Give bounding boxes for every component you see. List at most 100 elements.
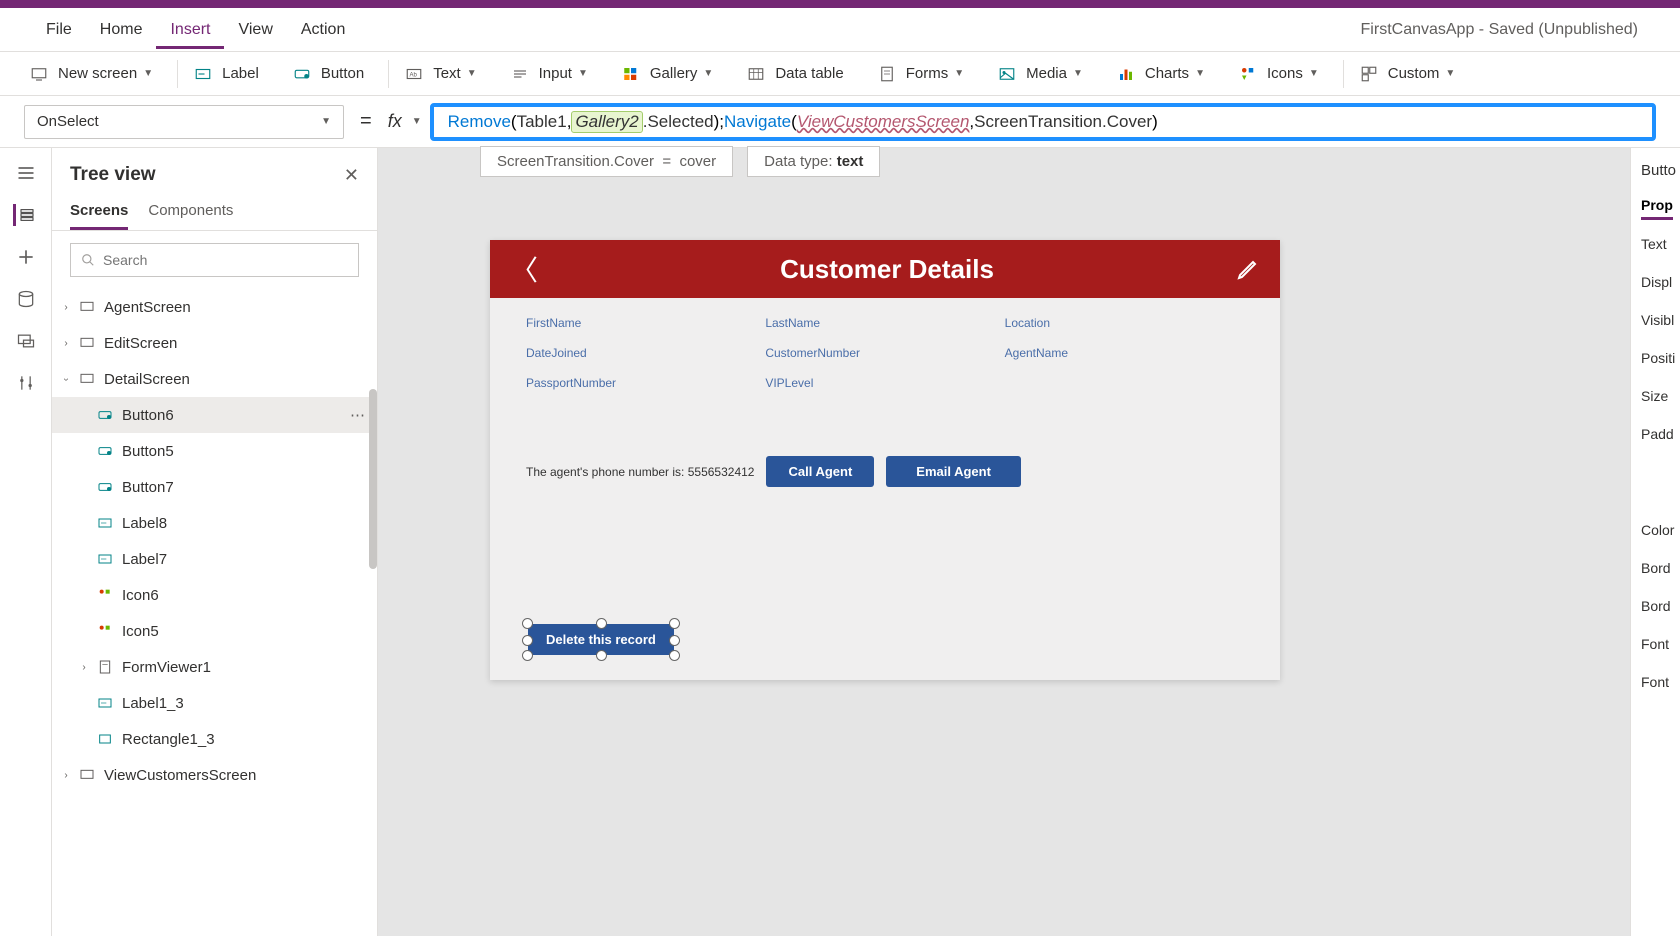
tree-node-label13[interactable]: Label1_3 <box>52 685 377 721</box>
icon-control-icon <box>96 622 114 640</box>
more-icon[interactable]: ⋯ <box>350 406 367 424</box>
resize-handle[interactable] <box>669 635 680 646</box>
tree-view-icon[interactable] <box>13 204 35 226</box>
field-lastname: LastName <box>765 316 1004 330</box>
chevron-down-icon: ▼ <box>1195 68 1205 79</box>
icons-button[interactable]: Icons▼ <box>1229 59 1329 89</box>
tree-node-label8[interactable]: Label8 <box>52 505 377 541</box>
chevron-down-icon: ▼ <box>1445 68 1455 79</box>
prop-row[interactable]: Visibl <box>1641 312 1680 328</box>
tree-node-icon6[interactable]: Icon6 <box>52 577 377 613</box>
new-screen-button[interactable]: New screen▼ <box>20 59 163 89</box>
window-titlebar <box>0 0 1680 8</box>
tree-node-button6[interactable]: Button6⋯ <box>52 397 377 433</box>
tree-view-panel: Tree view ✕ Screens Components ›AgentScr… <box>52 148 378 936</box>
input-button[interactable]: Input▼ <box>501 59 598 89</box>
resize-handle[interactable] <box>596 650 607 661</box>
tree-node-label7[interactable]: Label7 <box>52 541 377 577</box>
chevron-down-icon: ▼ <box>703 68 713 79</box>
button-icon <box>96 442 114 460</box>
label-button[interactable]: Label <box>184 59 269 89</box>
chevron-down-icon: ▼ <box>1073 68 1083 79</box>
type-chip: Data type: text <box>747 146 880 177</box>
resize-handle[interactable] <box>522 635 533 646</box>
resize-handle[interactable] <box>522 650 533 661</box>
prop-row[interactable]: Color <box>1641 522 1680 538</box>
tree-node-editscreen[interactable]: ›EditScreen <box>52 325 377 361</box>
icons-icon <box>1239 65 1257 83</box>
add-icon[interactable] <box>15 246 37 268</box>
email-agent-button[interactable]: Email Agent <box>886 456 1021 487</box>
menu-action[interactable]: Action <box>287 11 359 49</box>
prop-row[interactable]: Bord <box>1641 598 1680 614</box>
screen-icon <box>30 65 48 83</box>
media-icon <box>998 65 1016 83</box>
tree-node-button7[interactable]: Button7 <box>52 469 377 505</box>
prop-row[interactable]: Bord <box>1641 560 1680 576</box>
field-datejoined: DateJoined <box>526 346 765 360</box>
formula-input[interactable]: Remove(Table1, Gallery2.Selected); Navig… <box>430 103 1656 141</box>
tree-node-rectangle13[interactable]: Rectangle1_3 <box>52 721 377 757</box>
menu-insert[interactable]: Insert <box>156 11 224 49</box>
prop-row[interactable]: Size <box>1641 388 1680 404</box>
data-table-button[interactable]: Data table <box>737 59 853 89</box>
input-icon <box>511 65 529 83</box>
call-agent-button[interactable]: Call Agent <box>766 456 874 487</box>
screen-icon <box>78 766 96 784</box>
form-icon <box>96 658 114 676</box>
hamburger-icon[interactable] <box>15 162 37 184</box>
resize-handle[interactable] <box>669 650 680 661</box>
label-icon <box>194 65 212 83</box>
resize-handle[interactable] <box>669 618 680 629</box>
menu-file[interactable]: File <box>32 11 86 49</box>
tree-node-formviewer1[interactable]: ›FormViewer1 <box>52 649 377 685</box>
fx-button[interactable]: fx▼ <box>388 111 422 132</box>
pencil-icon[interactable] <box>1236 257 1260 281</box>
prop-row[interactable]: Padd <box>1641 426 1680 442</box>
tools-icon[interactable] <box>15 372 37 394</box>
charts-icon <box>1117 65 1135 83</box>
left-rail <box>0 148 52 936</box>
tree-node-button5[interactable]: Button5 <box>52 433 377 469</box>
media-panel-icon[interactable] <box>15 330 37 352</box>
tree-node-detailscreen[interactable]: ›DetailScreen <box>52 361 377 397</box>
prop-row[interactable]: Displ <box>1641 274 1680 290</box>
tree-node-viewcustomers[interactable]: ›ViewCustomersScreen <box>52 757 377 793</box>
menu-home[interactable]: Home <box>86 11 157 49</box>
forms-button[interactable]: Forms▼ <box>868 59 974 89</box>
tree-node-icon5[interactable]: Icon5 <box>52 613 377 649</box>
property-selector[interactable]: OnSelect ▼ <box>24 105 344 139</box>
close-icon[interactable]: ✕ <box>344 165 359 186</box>
custom-icon <box>1360 65 1378 83</box>
resize-handle[interactable] <box>522 618 533 629</box>
chevron-down-icon: ▼ <box>954 68 964 79</box>
search-input[interactable] <box>70 243 359 277</box>
icon-control-icon <box>96 586 114 604</box>
gallery-button[interactable]: Gallery▼ <box>612 59 723 89</box>
data-icon[interactable] <box>15 288 37 310</box>
screen-canvas[interactable]: 〈 Customer Details FirstName LastName Lo… <box>490 240 1280 680</box>
button-button[interactable]: Button <box>283 59 374 89</box>
tab-components[interactable]: Components <box>148 194 233 230</box>
custom-button[interactable]: Custom▼ <box>1350 59 1466 89</box>
media-button[interactable]: Media▼ <box>988 59 1093 89</box>
prop-row[interactable]: Positi <box>1641 350 1680 366</box>
field-vip: VIPLevel <box>765 376 1004 390</box>
tab-screens[interactable]: Screens <box>70 194 128 230</box>
form-viewer: FirstName LastName Location DateJoined C… <box>490 298 1280 408</box>
prop-row[interactable]: Font <box>1641 636 1680 652</box>
panel-tab-properties[interactable]: Prop <box>1641 197 1673 220</box>
prop-row[interactable]: Text <box>1641 236 1680 252</box>
resize-handle[interactable] <box>596 618 607 629</box>
field-passport: PassportNumber <box>526 376 765 390</box>
back-icon[interactable]: 〈 <box>510 249 538 289</box>
scrollbar[interactable] <box>369 389 377 569</box>
tree-node-agentscreen[interactable]: ›AgentScreen <box>52 289 377 325</box>
canvas-area: 〈 Customer Details FirstName LastName Lo… <box>378 148 1630 936</box>
text-button[interactable]: Ab Text▼ <box>395 59 486 89</box>
menu-view[interactable]: View <box>224 11 286 49</box>
selected-control[interactable]: Delete this record <box>528 624 674 655</box>
formula-intellisense: ScreenTransition.Cover = cover Data type… <box>480 146 880 177</box>
prop-row[interactable]: Font <box>1641 674 1680 690</box>
charts-button[interactable]: Charts▼ <box>1107 59 1215 89</box>
